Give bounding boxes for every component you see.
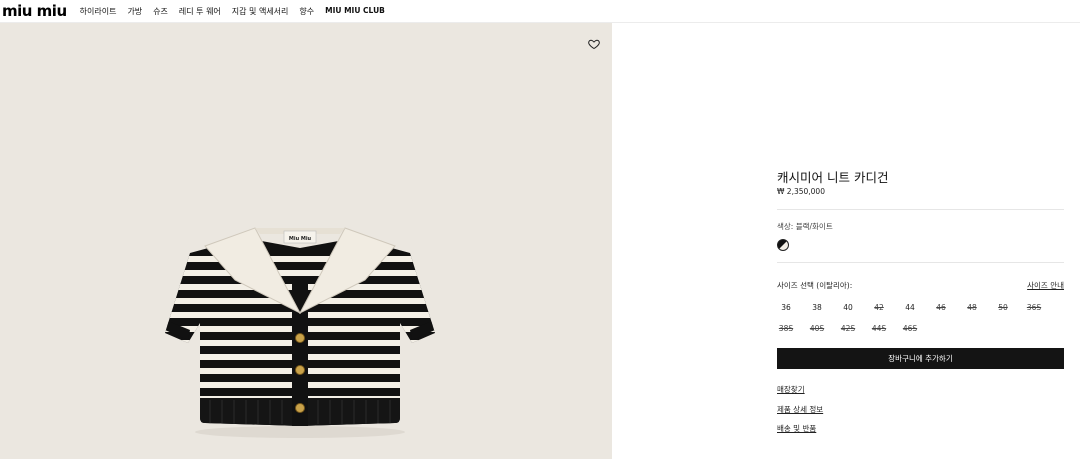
- size-option-38[interactable]: 38: [807, 303, 827, 312]
- product-photo-cardigan: Miu Miu: [165, 227, 435, 438]
- size-option-40[interactable]: 40: [838, 303, 858, 312]
- product-price: ₩ 2,350,000: [777, 187, 825, 196]
- size-option-46s[interactable]: 46S: [900, 324, 920, 333]
- size-select-label: 사이즈 선택 (이탈리아):: [777, 281, 853, 290]
- size-option-48[interactable]: 48: [962, 303, 982, 312]
- shipping-returns-link[interactable]: 배송 및 반품: [777, 423, 816, 434]
- divider: [777, 209, 1064, 210]
- nav-item-wallets-accessories[interactable]: 지갑 및 액세서리: [232, 6, 289, 17]
- product-image-panel[interactable]: Miu Miu: [0, 23, 612, 459]
- size-option-36s[interactable]: 36S: [1024, 303, 1044, 312]
- size-option-42s[interactable]: 42S: [838, 324, 858, 333]
- product-title: 캐시미어 니트 카디건: [777, 170, 889, 185]
- nav-item-ready-to-wear[interactable]: 레디 투 웨어: [179, 6, 221, 17]
- size-guide-link[interactable]: 사이즈 안내: [1027, 280, 1064, 291]
- size-option-40s[interactable]: 40S: [807, 324, 827, 333]
- product-details-link[interactable]: 제품 상세 정보: [777, 404, 823, 415]
- size-option-42[interactable]: 42: [869, 303, 889, 312]
- divider: [777, 262, 1064, 263]
- store-locator-link[interactable]: 매장찾기: [777, 384, 805, 395]
- nav-item-miu-miu-club[interactable]: MIU MIU CLUB: [325, 6, 385, 17]
- main-nav: 하이라이트 가방 슈즈 레디 투 웨어 지갑 및 액세서리 향수 MIU MIU…: [80, 6, 396, 17]
- brand-logo[interactable]: miu miu: [2, 3, 67, 19]
- size-option-50[interactable]: 50: [993, 303, 1013, 312]
- color-swatch-black-cream[interactable]: [777, 239, 789, 251]
- size-option-36[interactable]: 36: [776, 303, 796, 312]
- size-option-46[interactable]: 46: [931, 303, 951, 312]
- add-to-cart-button[interactable]: 장바구니에 추가하기: [777, 348, 1064, 369]
- svg-text:Miu Miu: Miu Miu: [289, 236, 312, 242]
- nav-item-fragrance[interactable]: 향수: [299, 6, 314, 17]
- size-option-44s[interactable]: 44S: [869, 324, 889, 333]
- nav-item-shoes[interactable]: 슈즈: [153, 6, 168, 17]
- size-option-38s[interactable]: 38S: [776, 324, 796, 333]
- nav-item-bags[interactable]: 가방: [127, 6, 142, 17]
- size-option-44[interactable]: 44: [900, 303, 920, 312]
- top-navigation-bar: miu miu 하이라이트 가방 슈즈 레디 투 웨어 지갑 및 액세서리 향수…: [0, 0, 1080, 23]
- heart-outline-icon[interactable]: [588, 35, 600, 50]
- nav-item-highlights[interactable]: 하이라이트: [80, 6, 117, 17]
- color-label: 색상: 블랙/화이트: [777, 222, 833, 231]
